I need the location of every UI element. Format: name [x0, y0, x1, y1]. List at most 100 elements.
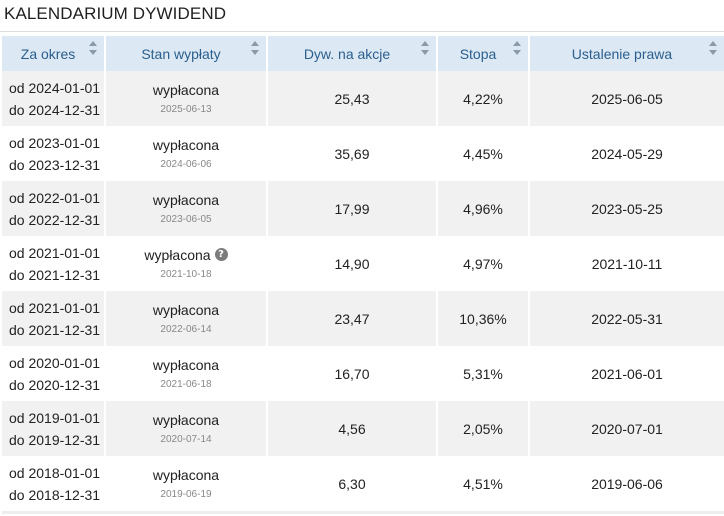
- record-date-cell: 2021-06-01: [530, 346, 724, 401]
- period-cell: od 2023-01-01 do 2023-12-31: [2, 126, 106, 181]
- sort-icon[interactable]: [89, 41, 97, 55]
- table-row: od 2020-01-01 do 2020-12-31 wypłacona 2021…: [2, 346, 724, 401]
- status-cell: wypłacona 2023-06-05: [106, 181, 268, 236]
- payment-date: 2021-10-18: [160, 269, 212, 280]
- record-date-cell: 2020-07-01: [530, 401, 724, 456]
- status-cell: wypłacona 2021-06-18: [106, 346, 268, 401]
- table-row: od 2019-01-01 do 2019-12-31 wypłacona 2020…: [2, 401, 724, 456]
- record-date-cell: 2022-05-31: [530, 291, 724, 346]
- period-to: do 2018-12-31: [9, 486, 101, 503]
- period-from: od 2023-01-01: [9, 134, 101, 151]
- status-text: wypłacona: [144, 247, 211, 263]
- table-header-row: Za okres Stan wypłaty Dyw. na akcje Stop…: [2, 36, 724, 71]
- period-from: od 2020-01-01: [9, 354, 101, 371]
- payment-date: 2019-06-19: [160, 489, 212, 500]
- table-bottom-border: [2, 511, 724, 514]
- status-text: wypłacona: [152, 302, 220, 318]
- dividend-cell: 23,47: [268, 291, 438, 346]
- column-header-label: Za okres: [20, 45, 76, 62]
- period-from: od 2021-01-01: [9, 244, 101, 261]
- period-to: do 2021-12-31: [9, 321, 101, 338]
- period-cell: od 2021-01-01 do 2021-12-31: [2, 291, 106, 346]
- record-date-cell: 2024-05-29: [530, 126, 724, 181]
- period-to: do 2019-12-31: [9, 431, 101, 448]
- dividend-cell: 16,70: [268, 346, 438, 401]
- dividend-cell: 6,30: [268, 456, 438, 511]
- yield-cell: 4,97%: [438, 236, 530, 291]
- period-cell: od 2018-01-01 do 2018-12-31: [2, 456, 106, 511]
- status-cell: wypłacona 2025-06-13: [106, 71, 268, 126]
- column-header-label: Dyw. na akcje: [303, 45, 391, 62]
- sort-icon[interactable]: [421, 41, 429, 55]
- dividend-cell: 35,69: [268, 126, 438, 181]
- help-icon[interactable]: ?: [214, 248, 228, 261]
- column-header-label: Stopa: [459, 45, 497, 62]
- status-text: wypłacona: [152, 82, 220, 98]
- sort-icon[interactable]: [513, 41, 521, 55]
- payment-date: 2025-06-13: [160, 104, 212, 115]
- title-divider: [0, 31, 724, 32]
- sort-icon[interactable]: [251, 41, 259, 55]
- period-to: do 2022-12-31: [9, 211, 101, 228]
- period-cell: od 2021-01-01 do 2021-12-31: [2, 236, 106, 291]
- dividend-table: Za okres Stan wypłaty Dyw. na akcje Stop…: [2, 36, 724, 511]
- yield-cell: 4,22%: [438, 71, 530, 126]
- sort-icon[interactable]: [709, 41, 717, 55]
- column-header-period[interactable]: Za okres: [2, 36, 106, 71]
- column-header-label: Stan wypłaty: [141, 45, 221, 62]
- dividend-calendar-panel: KALENDARIUM DYWIDEND Za okres Stan wypła…: [0, 0, 724, 516]
- table-body: od 2024-01-01 do 2024-12-31 wypłacona 2025…: [2, 71, 724, 511]
- yield-cell: 5,31%: [438, 346, 530, 401]
- payment-date: 2022-06-14: [160, 324, 212, 335]
- status-cell: wypłacona 2024-06-06: [106, 126, 268, 181]
- period-cell: od 2024-01-01 do 2024-12-31: [2, 71, 106, 126]
- period-to: do 2020-12-31: [9, 376, 101, 393]
- column-header-dividend[interactable]: Dyw. na akcje: [268, 36, 438, 71]
- dividend-cell: 25,43: [268, 71, 438, 126]
- yield-cell: 10,36%: [438, 291, 530, 346]
- status-text: wypłacona: [152, 192, 220, 208]
- table-row: od 2024-01-01 do 2024-12-31 wypłacona 2025…: [2, 71, 724, 126]
- status-text: wypłacona: [152, 467, 220, 483]
- period-from: od 2021-01-01: [9, 299, 101, 316]
- period-cell: od 2019-01-01 do 2019-12-31: [2, 401, 106, 456]
- period-to: do 2024-12-31: [9, 101, 101, 118]
- payment-date: 2024-06-06: [160, 159, 212, 170]
- record-date-cell: 2025-06-05: [530, 71, 724, 126]
- status-text: wypłacona: [152, 412, 220, 428]
- period-cell: od 2020-01-01 do 2020-12-31: [2, 346, 106, 401]
- period-from: od 2019-01-01: [9, 409, 101, 426]
- column-header-status[interactable]: Stan wypłaty: [106, 36, 268, 71]
- status-cell: wypłacona 2020-07-14: [106, 401, 268, 456]
- status-text: wypłacona: [152, 357, 220, 373]
- status-cell: wypłacona? 2021-10-18: [106, 236, 268, 291]
- period-to: do 2021-12-31: [9, 266, 101, 283]
- column-header-label: Ustalenie prawa: [571, 45, 673, 62]
- record-date-cell: 2021-10-11: [530, 236, 724, 291]
- record-date-cell: 2019-06-06: [530, 456, 724, 511]
- period-cell: od 2022-01-01 do 2022-12-31: [2, 181, 106, 236]
- yield-cell: 2,05%: [438, 401, 530, 456]
- status-cell: wypłacona 2019-06-19: [106, 456, 268, 511]
- period-from: od 2022-01-01: [9, 189, 101, 206]
- status-text: wypłacona: [152, 137, 220, 153]
- table-row: od 2023-01-01 do 2023-12-31 wypłacona 2024…: [2, 126, 724, 181]
- dividend-cell: 17,99: [268, 181, 438, 236]
- status-cell: wypłacona 2022-06-14: [106, 291, 268, 346]
- column-header-record-date[interactable]: Ustalenie prawa: [530, 36, 724, 71]
- period-from: od 2018-01-01: [9, 464, 101, 481]
- record-date-cell: 2023-05-25: [530, 181, 724, 236]
- payment-date: 2021-06-18: [160, 379, 212, 390]
- yield-cell: 4,51%: [438, 456, 530, 511]
- yield-cell: 4,45%: [438, 126, 530, 181]
- dividend-cell: 14,90: [268, 236, 438, 291]
- payment-date: 2020-07-14: [160, 434, 212, 445]
- dividend-cell: 4,56: [268, 401, 438, 456]
- table-row: od 2021-01-01 do 2021-12-31 wypłacona 2022…: [2, 291, 724, 346]
- table-row: od 2022-01-01 do 2022-12-31 wypłacona 2023…: [2, 181, 724, 236]
- column-header-yield[interactable]: Stopa: [438, 36, 530, 71]
- page-title: KALENDARIUM DYWIDEND: [4, 4, 227, 23]
- table-row: od 2021-01-01 do 2021-12-31 wypłacona? 202…: [2, 236, 724, 291]
- period-from: od 2024-01-01: [9, 79, 101, 96]
- yield-cell: 4,96%: [438, 181, 530, 236]
